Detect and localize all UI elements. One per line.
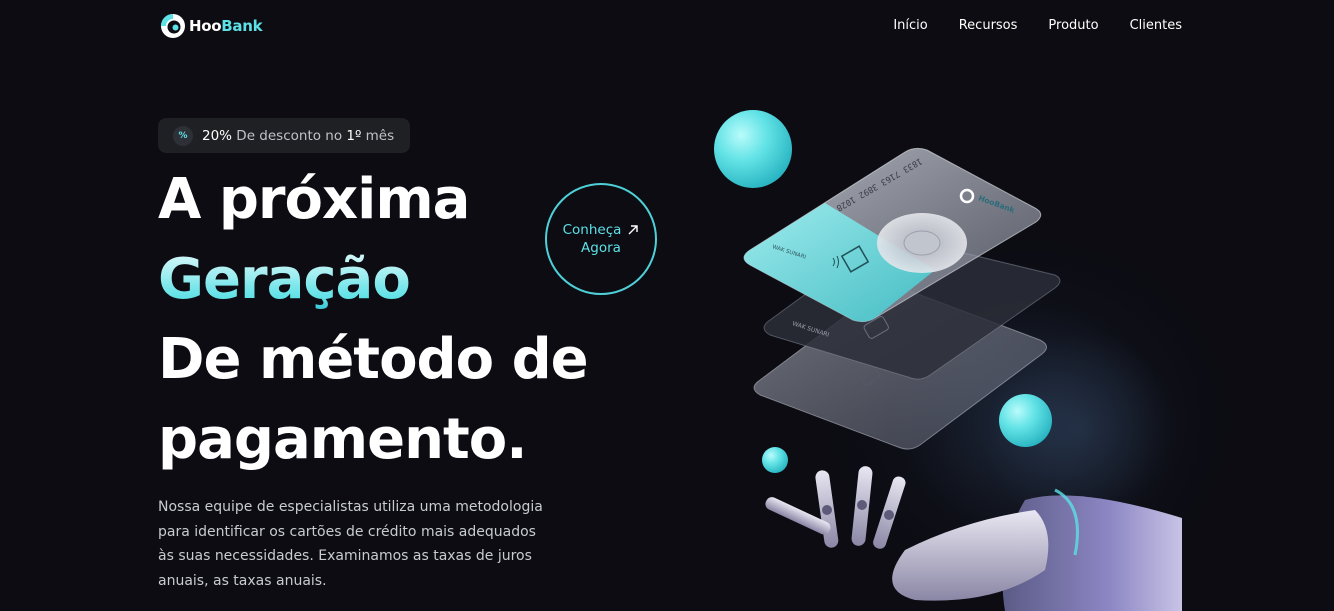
discount-value: 20% — [202, 127, 233, 144]
hero-heading-highlight: Geração — [158, 247, 411, 312]
nav-link-produto[interactable]: Produto — [1048, 18, 1098, 33]
hero-description: Nossa equipe de especialistas utiliza um… — [158, 499, 543, 589]
discount-badge: % 20% De desconto no 1º mês — [158, 118, 410, 153]
hero-heading-line-1: A próxima — [158, 167, 470, 232]
get-started-button[interactable]: Conheça Agora — [545, 183, 657, 295]
hero-heading-line-3: De método de — [158, 327, 589, 392]
cta-label-line-1: Conheça — [562, 222, 622, 238]
discount-end: mês — [361, 127, 395, 144]
percent-icon: % — [173, 125, 193, 146]
credit-cards-illustration: WAK SUNARI 1833 7163 3892 1028 HooBank W… — [743, 147, 1061, 450]
logo-icon — [161, 14, 185, 38]
navbar: HooBank Início Recursos Produto Clientes — [0, 0, 1334, 56]
nav-link-clientes[interactable]: Clientes — [1130, 18, 1182, 33]
hero-heading-line-4: pagamento. — [158, 407, 527, 472]
hero-heading-line-2: Geração — [158, 247, 411, 312]
logo-text-prefix: Hoo — [189, 17, 222, 35]
logo[interactable]: HooBank — [160, 13, 263, 39]
discount-label: De desconto no — [232, 127, 347, 144]
nav-link-inicio[interactable]: Início — [893, 18, 927, 33]
discount-text: 20% De desconto no 1º mês — [202, 128, 394, 144]
cta-label-line-2: Agora — [581, 240, 621, 256]
discount-month: 1º — [346, 127, 362, 144]
nav-link-recursos[interactable]: Recursos — [959, 18, 1018, 33]
logo-text-suffix: Bank — [221, 17, 263, 35]
robot-hand-illustration — [765, 466, 1182, 611]
nav-links: Início Recursos Produto Clientes — [893, 18, 1182, 33]
arrow-up-right-icon — [628, 225, 639, 235]
